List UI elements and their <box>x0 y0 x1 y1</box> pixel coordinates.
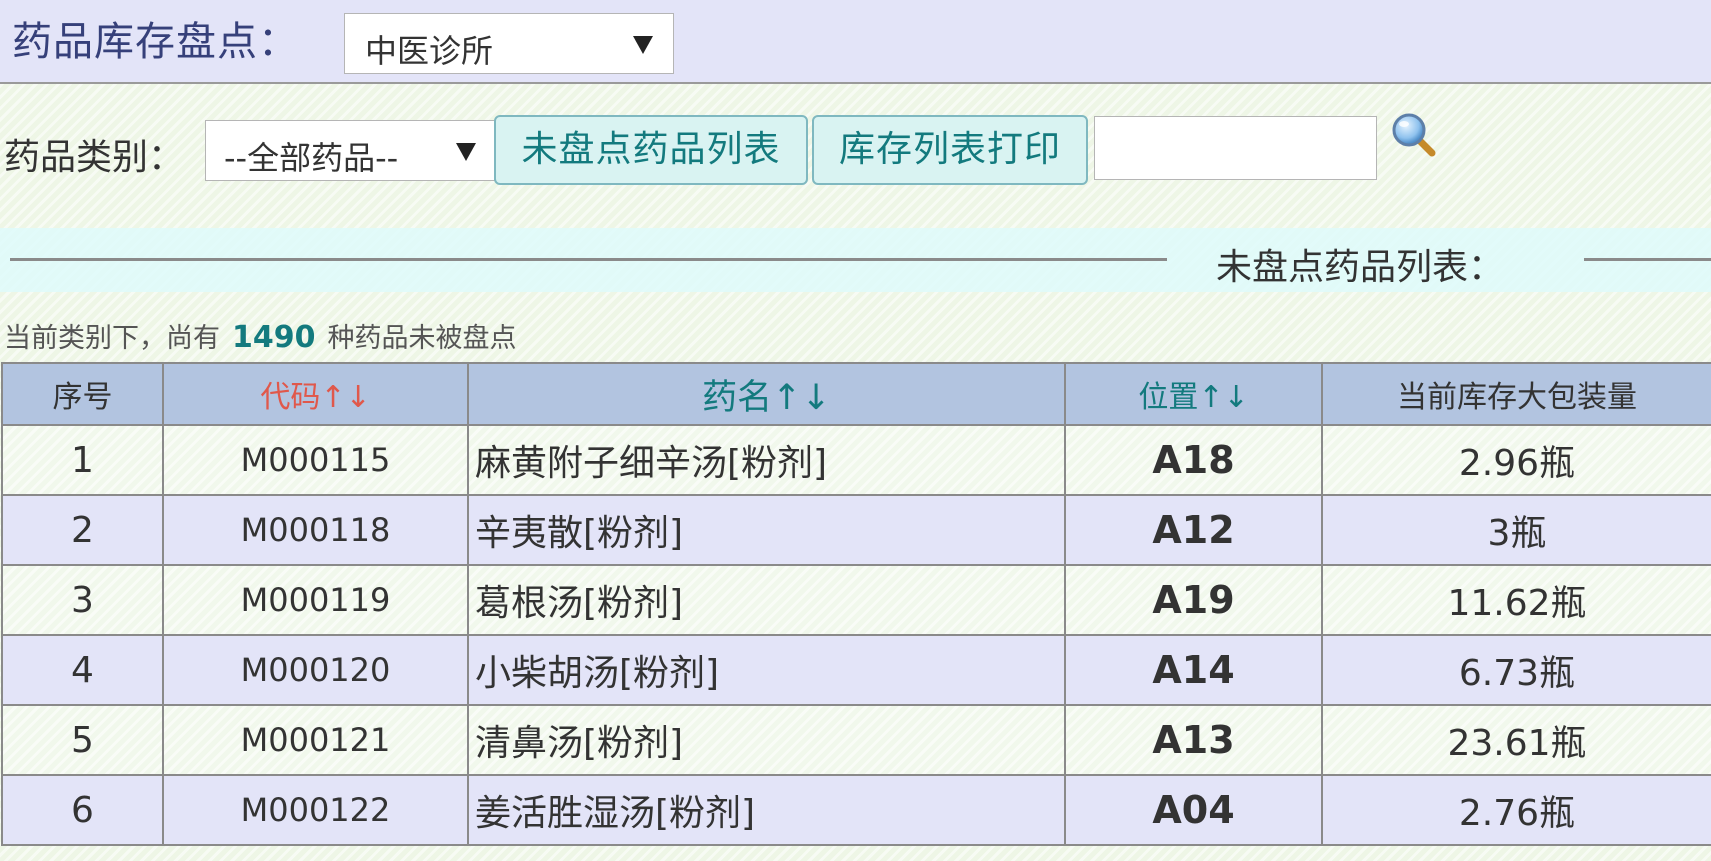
column-header-index: 序号 <box>1 362 164 426</box>
cell-position: A18 <box>1064 424 1323 496</box>
table-row[interactable]: 4 M000120 小柴胡汤[粉剂] A14 6.73瓶 <box>1 634 1711 706</box>
column-header-position-sort[interactable]: 位置↑↓ <box>1064 362 1323 426</box>
table-row[interactable]: 3 M000119 葛根汤[粉剂] A19 11.62瓶 <box>1 564 1711 636</box>
cell-name: 葛根汤[粉剂] <box>467 564 1066 636</box>
main-panel: 药品类别： --全部药品-- 未盘点药品列表 库存列表打印 未盘点药品列表： 当… <box>0 84 1711 861</box>
cell-position: A14 <box>1064 634 1323 706</box>
top-header-bar: 药品库存盘点： 中医诊所 <box>0 0 1711 84</box>
cell-stock: 6.73瓶 <box>1321 634 1711 706</box>
cell-index: 2 <box>1 494 164 566</box>
section-title: 未盘点药品列表： <box>1216 247 1505 288</box>
clinic-select[interactable]: 中医诊所 <box>344 13 674 74</box>
cell-stock: 3瓶 <box>1321 494 1711 566</box>
unchecked-summary: 当前类别下，尚有 1490 种药品未被盘点 <box>4 316 517 355</box>
cell-code: M000115 <box>162 424 469 496</box>
cell-name: 姜活胜湿汤[粉剂] <box>467 774 1066 846</box>
cell-code: M000120 <box>162 634 469 706</box>
cell-index: 1 <box>1 424 164 496</box>
table-row[interactable]: 6 M000122 姜活胜湿汤[粉剂] A04 2.76瓶 <box>1 774 1711 846</box>
cell-index: 5 <box>1 704 164 776</box>
cell-index: 6 <box>1 774 164 846</box>
summary-prefix: 当前类别下，尚有 <box>4 323 220 354</box>
cell-position: A04 <box>1064 774 1323 846</box>
dropdown-caret-icon <box>456 143 476 161</box>
cell-code: M000119 <box>162 564 469 636</box>
cell-index: 3 <box>1 564 164 636</box>
stock-table: 序号 代码↑↓ 药名↑↓ 位置↑↓ 当前库存大包装量 1 M000115 麻黄附… <box>1 362 1711 846</box>
cell-index: 4 <box>1 634 164 706</box>
cell-name: 辛夷散[粉剂] <box>467 494 1066 566</box>
cell-position: A19 <box>1064 564 1323 636</box>
magnifier-icon[interactable] <box>1390 111 1438 159</box>
cell-position: A13 <box>1064 704 1323 776</box>
category-select-value: --全部药品-- <box>224 139 399 177</box>
column-header-stock: 当前库存大包装量 <box>1321 362 1711 426</box>
cell-name: 小柴胡汤[粉剂] <box>467 634 1066 706</box>
cell-stock: 11.62瓶 <box>1321 564 1711 636</box>
cell-name: 麻黄附子细辛汤[粉剂] <box>467 424 1066 496</box>
cell-stock: 2.76瓶 <box>1321 774 1711 846</box>
unchecked-count: 1490 <box>232 320 316 355</box>
summary-suffix: 种药品未被盘点 <box>327 323 517 354</box>
category-select[interactable]: --全部药品-- <box>205 120 495 181</box>
divider <box>10 258 1167 261</box>
cell-code: M000122 <box>162 774 469 846</box>
clinic-select-value: 中医诊所 <box>365 32 494 70</box>
dropdown-caret-icon <box>633 36 653 54</box>
column-header-code-sort[interactable]: 代码↑↓ <box>162 362 469 426</box>
table-row[interactable]: 1 M000115 麻黄附子细辛汤[粉剂] A18 2.96瓶 <box>1 424 1711 496</box>
cell-code: M000118 <box>162 494 469 566</box>
section-header: 未盘点药品列表： <box>0 228 1711 292</box>
divider <box>1584 258 1711 261</box>
table-row[interactable]: 2 M000118 辛夷散[粉剂] A12 3瓶 <box>1 494 1711 566</box>
search-input[interactable] <box>1094 116 1377 180</box>
cell-stock: 2.96瓶 <box>1321 424 1711 496</box>
page-title: 药品库存盘点： <box>12 19 299 65</box>
cell-name: 清鼻汤[粉剂] <box>467 704 1066 776</box>
table-row[interactable]: 5 M000121 清鼻汤[粉剂] A13 23.61瓶 <box>1 704 1711 776</box>
cell-position: A12 <box>1064 494 1323 566</box>
column-header-name-sort[interactable]: 药名↑↓ <box>467 362 1066 426</box>
table-header-row: 序号 代码↑↓ 药名↑↓ 位置↑↓ 当前库存大包装量 <box>1 362 1711 426</box>
cell-stock: 23.61瓶 <box>1321 704 1711 776</box>
print-stock-list-button[interactable]: 库存列表打印 <box>812 115 1088 185</box>
category-label: 药品类别： <box>4 137 185 178</box>
unchecked-list-button[interactable]: 未盘点药品列表 <box>494 115 808 185</box>
cell-code: M000121 <box>162 704 469 776</box>
